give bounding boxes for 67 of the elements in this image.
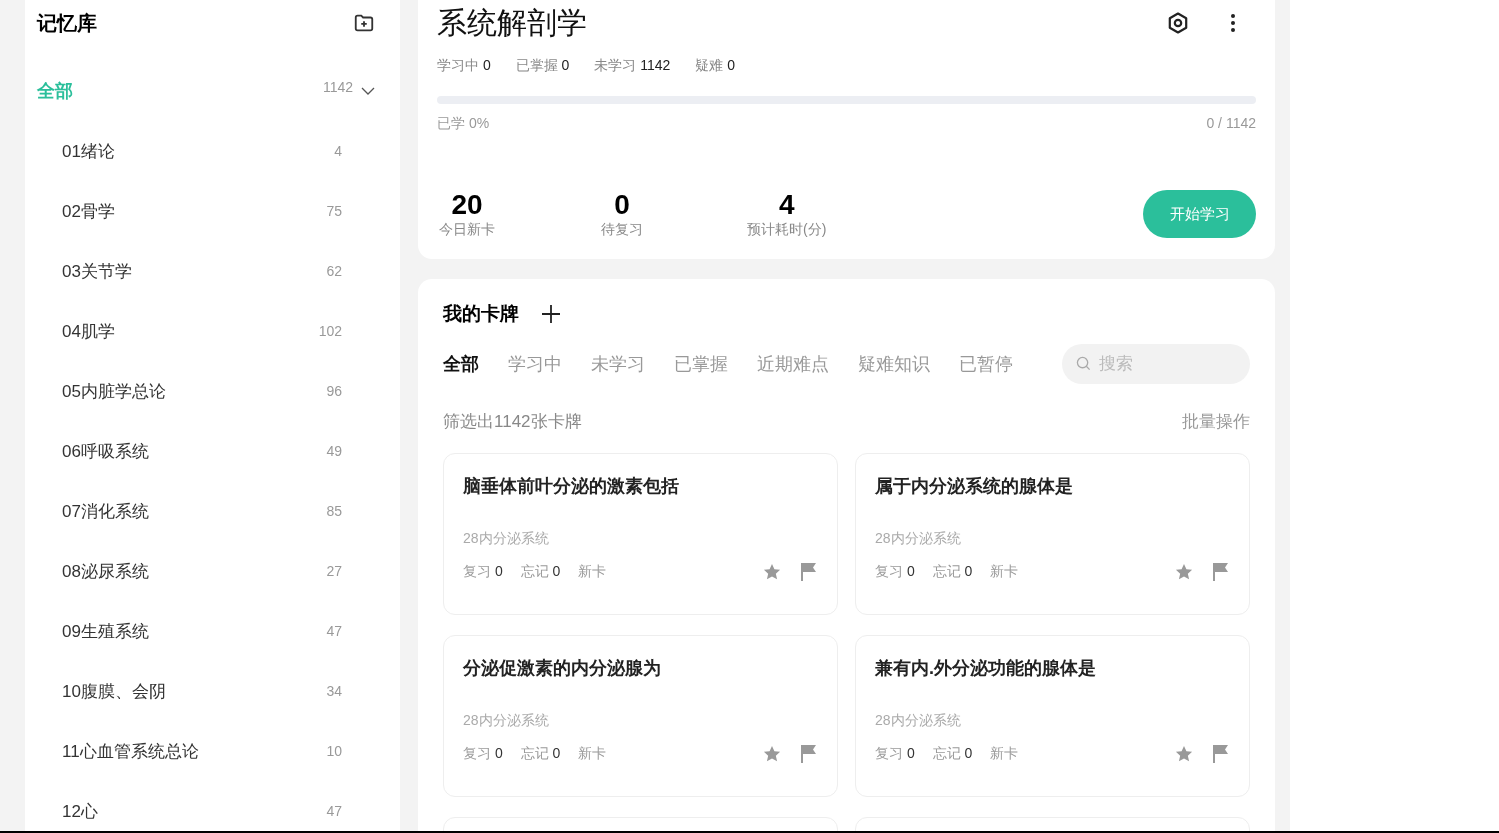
card-question: 兼有内.外分泌功能的腺体是	[875, 657, 1097, 680]
card-status: 新卡	[578, 563, 607, 581]
sidebar-item[interactable]: 02骨学 75	[37, 181, 375, 241]
more-icon[interactable]	[1230, 13, 1236, 33]
settings-icon[interactable]	[1166, 11, 1190, 35]
chevron-icon[interactable]	[361, 86, 375, 96]
stat-label: 待复习	[601, 221, 643, 239]
flashcard[interactable]: 兼有内.外分泌功能的腺体是 28内分泌系统 复习 0 忘记 0 新卡	[855, 635, 1250, 797]
star-icon[interactable]	[1174, 744, 1194, 764]
review-count: 复习 0	[875, 745, 915, 763]
stat-label: 预计耗时(分)	[747, 221, 827, 239]
star-icon[interactable]	[762, 744, 782, 764]
stat-value: 0	[614, 189, 630, 221]
review-count: 复习 0	[463, 563, 503, 581]
card-question: 属于内分泌系统的腺体是	[875, 475, 1074, 498]
sidebar-item[interactable]: 07消化系统 85	[37, 481, 375, 541]
flashcard[interactable]: 脑垂体前叶分泌的激素包括 28内分泌系统 复习 0 忘记 0 新卡	[443, 453, 838, 615]
forget-count: 忘记 0	[932, 745, 973, 763]
stat-value: 20	[451, 189, 483, 221]
sidebar-item[interactable]: 12心 47	[37, 781, 375, 831]
sidebar-item[interactable]: 06呼吸系统 49	[37, 421, 375, 481]
stat-label: 今日新卡	[439, 221, 495, 239]
flag-icon[interactable]	[1212, 562, 1230, 582]
card-question: 脑垂体前叶分泌的激素包括	[463, 475, 680, 498]
stat-text: 已掌握 0	[515, 57, 570, 75]
flag-icon[interactable]	[800, 744, 818, 764]
sidebar-item[interactable]: 10腹膜、会阴 34	[37, 661, 375, 721]
sidebar-item[interactable]: 09生殖系统 47	[37, 601, 375, 661]
progress-label: 已学 0%	[437, 115, 490, 133]
sidebar-title: 记忆库	[37, 10, 97, 36]
card-chapter: 28内分泌系统	[875, 530, 962, 548]
card-chapter: 28内分泌系统	[463, 712, 550, 730]
review-count: 复习 0	[875, 563, 915, 581]
flashcard[interactable]: 属于内分泌系统的腺体是 28内分泌系统 复习 0 忘记 0 新卡	[855, 453, 1250, 615]
card-question: 分泌促激素的内分泌腺为	[463, 657, 662, 680]
card-chapter: 28内分泌系统	[463, 530, 550, 548]
progress-reading: 0 / 1142	[1206, 115, 1256, 133]
add-icon[interactable]	[541, 304, 561, 324]
card-status: 新卡	[990, 563, 1019, 581]
stat-text: 未学习 1142	[594, 57, 671, 75]
sidebar-item[interactable]: 05内脏学总论 96	[37, 361, 375, 421]
stat-text: 学习中 0	[437, 57, 491, 75]
filter-summary: 筛选出1142张卡牌	[443, 411, 582, 433]
add-folder-icon[interactable]	[353, 12, 375, 34]
star-icon[interactable]	[1174, 562, 1194, 582]
review-count: 复习 0	[463, 745, 503, 763]
search-icon	[1076, 356, 1091, 371]
sidebar-item[interactable]: 01绪论 4	[37, 121, 375, 181]
sidebar-item[interactable]: 03关节学 62	[37, 241, 375, 301]
card-status: 新卡	[578, 745, 607, 763]
sidebar-item[interactable]: 04肌学 102	[37, 301, 375, 361]
flag-icon[interactable]	[800, 562, 818, 582]
forget-count: 忘记 0	[520, 563, 561, 581]
sidebar-item[interactable]: 11心血管系统总论 10	[37, 721, 375, 781]
flag-icon[interactable]	[1212, 744, 1230, 764]
stat-text: 疑难 0	[695, 57, 736, 75]
filter-tab[interactable]: 全部	[443, 352, 479, 376]
forget-count: 忘记 0	[932, 563, 973, 581]
deck-title: 系统解剖学	[437, 4, 587, 41]
flashcard[interactable]: 分泌促激素的内分泌腺为 28内分泌系统 复习 0 忘记 0 新卡	[443, 635, 838, 797]
sidebar-item[interactable]: 08泌尿系统 27	[37, 541, 375, 601]
panel-title: 我的卡牌	[443, 302, 519, 326]
stat-value: 4	[778, 189, 795, 221]
forget-count: 忘记 0	[520, 745, 561, 763]
card-chapter: 28内分泌系统	[875, 712, 962, 730]
card-status: 新卡	[990, 745, 1019, 763]
star-icon[interactable]	[762, 562, 782, 582]
